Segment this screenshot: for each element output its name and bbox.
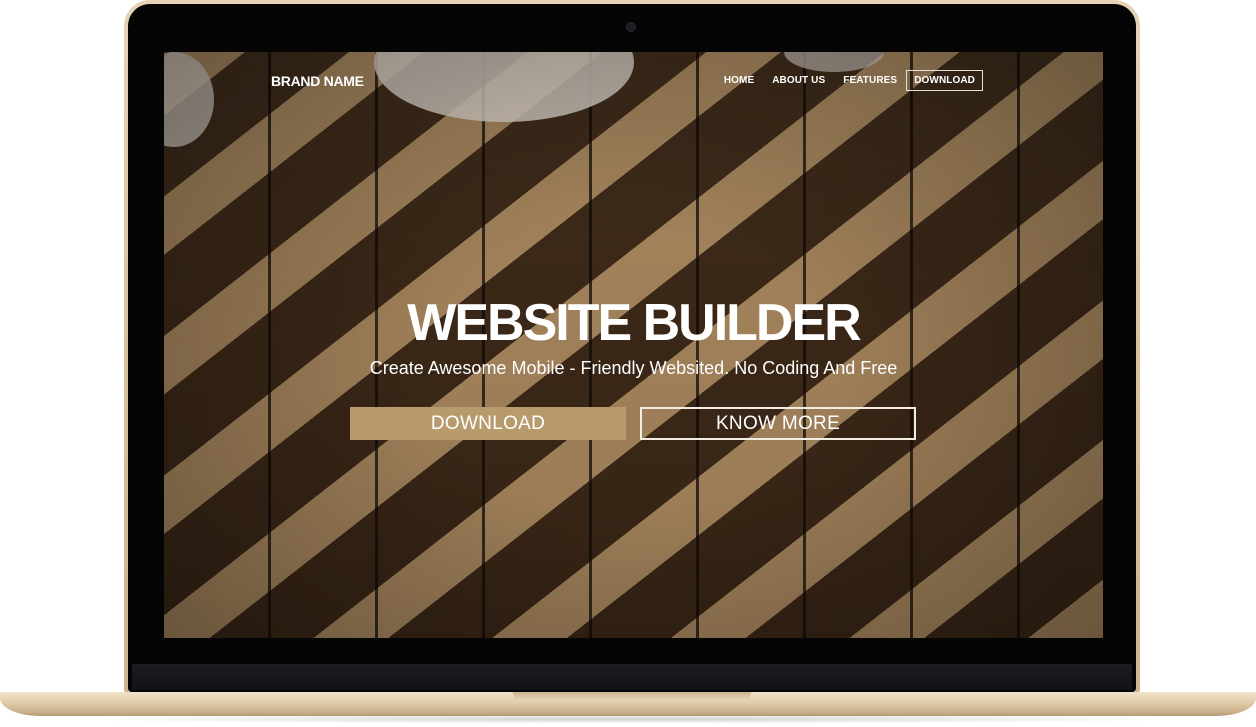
hero-subtitle: Create Awesome Mobile - Friendly Website… — [369, 358, 898, 378]
nav-menu: HOME ABOUT US FEATURES DOWNLOAD — [715, 70, 983, 91]
know-more-button[interactable]: KNOW MORE — [640, 407, 916, 440]
hero-title: WEBSITE BUILDER — [407, 294, 861, 352]
laptop-chin — [132, 664, 1132, 690]
brand-logo[interactable]: BRAND NAME — [271, 73, 364, 89]
download-button[interactable]: DOWNLOAD — [350, 407, 626, 440]
laptop-notch — [513, 692, 751, 701]
nav-link-about-us[interactable]: ABOUT US — [763, 70, 834, 91]
navbar: BRAND NAME HOME ABOUT US FEATURES DOWNLO… — [164, 52, 1103, 112]
nav-link-features[interactable]: FEATURES — [834, 70, 906, 91]
camera-icon — [627, 23, 635, 31]
nav-link-home[interactable]: HOME — [715, 70, 763, 91]
nav-link-download[interactable]: DOWNLOAD — [906, 70, 983, 91]
website-screen: BRAND NAME HOME ABOUT US FEATURES DOWNLO… — [164, 52, 1103, 638]
